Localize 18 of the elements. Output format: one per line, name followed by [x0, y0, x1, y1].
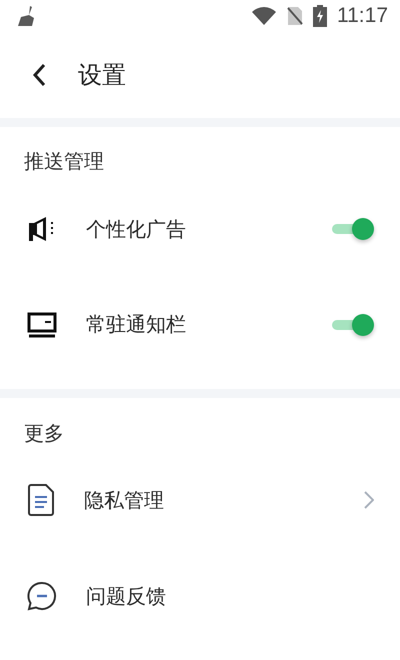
- card-icon: [26, 310, 58, 339]
- wifi-icon: [251, 6, 277, 26]
- section-title: 推送管理: [24, 148, 104, 176]
- chat-icon: [26, 580, 58, 612]
- battery-charging-icon: [313, 5, 327, 28]
- no-sim-icon: [287, 6, 303, 26]
- document-icon: [26, 483, 56, 518]
- page-title: 设置: [78, 60, 126, 92]
- chevron-icon: [364, 491, 374, 510]
- toggle-switch[interactable]: [330, 216, 374, 242]
- status-time: 11:17: [337, 4, 388, 28]
- setting-label: 常驻通知栏: [86, 311, 187, 338]
- setting-label: 问题反馈: [86, 582, 167, 610]
- setting-label: 隐私管理: [84, 486, 165, 514]
- section-title: 更多: [24, 420, 64, 447]
- back-icon[interactable]: [32, 63, 46, 88]
- setting-label: 个性化广告: [86, 216, 187, 242]
- toggle-switch[interactable]: [330, 312, 374, 338]
